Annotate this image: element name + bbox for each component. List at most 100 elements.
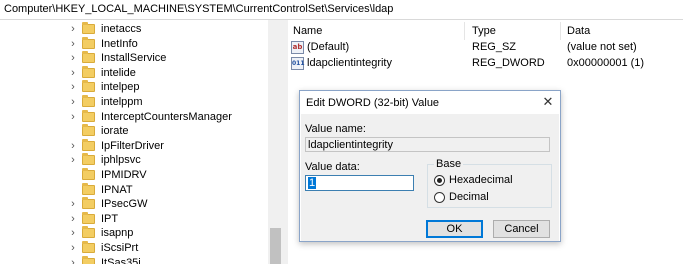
tree-scrollbar[interactable] <box>268 20 283 264</box>
folder-icon <box>82 22 95 34</box>
decimal-label: Decimal <box>449 191 489 203</box>
ok-button[interactable]: OK <box>426 220 483 238</box>
value-type: REG_SZ <box>472 41 517 53</box>
tree-item-label: iorate <box>101 125 129 138</box>
folder-icon <box>82 211 95 224</box>
dword-value-icon: 011 <box>291 57 305 70</box>
decimal-option[interactable]: Decimal <box>434 190 489 204</box>
tree-item-label: IpFilterDriver <box>101 139 164 152</box>
radio-unselected-icon[interactable] <box>434 191 445 203</box>
chevron-right-icon[interactable]: › <box>68 196 78 212</box>
chevron-right-icon[interactable]: › <box>68 225 78 241</box>
registry-tree[interactable]: › inetaccs › InetInfo › InstallService › inteli… <box>0 20 283 264</box>
value-name: ldapclientintegrity <box>307 57 392 69</box>
tree-item[interactable]: ›iorate <box>68 123 268 139</box>
folder-icon <box>82 80 95 93</box>
tree-item-label: IPNAT <box>101 183 133 196</box>
chevron-right-icon[interactable]: › <box>68 94 78 110</box>
tree-item-label: InstallService <box>101 52 167 65</box>
address-path: Computer\HKEY_LOCAL_MACHINE\SYSTEM\Curre… <box>4 3 394 15</box>
folder-icon <box>82 153 95 166</box>
value-type: REG_DWORD <box>472 57 545 69</box>
chevron-right-icon[interactable]: › <box>68 240 78 256</box>
hexadecimal-option[interactable]: Hexadecimal <box>434 173 513 187</box>
tree-item[interactable]: › IpFilterDriver <box>68 138 268 154</box>
tree-item[interactable]: › IPT <box>68 211 268 227</box>
tree-item[interactable]: › inetaccs <box>68 21 268 37</box>
value-name-field: ldapclientintegrity <box>305 137 550 152</box>
tree-item-label: isapnp <box>101 227 134 240</box>
radio-selected-icon[interactable] <box>434 174 445 186</box>
value-row-default[interactable]: ab (Default) REG_SZ (value not set) <box>288 40 683 56</box>
value-name: (Default) <box>307 41 350 53</box>
column-header-data[interactable]: Data <box>567 25 590 37</box>
column-header-name[interactable]: Name <box>293 25 322 37</box>
base-groupbox: Base Hexadecimal Decimal <box>427 158 552 208</box>
folder-icon <box>82 51 95 64</box>
edit-dword-dialog: Edit DWORD (32-bit) Value ✕ Value name: … <box>299 90 561 242</box>
column-divider[interactable] <box>464 22 465 40</box>
tree-item[interactable]: › InterceptCountersManager <box>68 109 268 125</box>
scrollbar-thumb[interactable] <box>270 228 281 264</box>
value-data-input[interactable]: 1 <box>305 175 414 191</box>
tree-item-label: iphlpsvc <box>101 154 141 167</box>
tree-item[interactable]: › InstallService <box>68 50 268 66</box>
tree-item[interactable]: › IPsecGW <box>68 196 268 212</box>
chevron-right-icon[interactable]: › <box>68 36 78 52</box>
tree-item[interactable]: › intelpep <box>68 79 268 95</box>
chevron-right-icon[interactable]: › <box>68 21 78 37</box>
value-data: 0x00000001 (1) <box>567 57 645 69</box>
value-data: (value not set) <box>567 41 637 53</box>
tree-item[interactable]: › isapnp <box>68 225 268 241</box>
tree-item[interactable]: › iScsiPrt <box>68 240 268 256</box>
tree-item-label: IPMIDRV <box>101 169 147 181</box>
cancel-button[interactable]: Cancel <box>493 220 550 238</box>
chevron-right-icon[interactable]: › <box>68 255 78 264</box>
dialog-title: Edit DWORD (32-bit) Value <box>306 97 440 109</box>
folder-icon <box>82 182 95 195</box>
value-name-text: ldapclientintegrity <box>308 139 393 151</box>
hexadecimal-label: Hexadecimal <box>449 174 513 186</box>
tree-item-label: intelppm <box>101 96 143 108</box>
folder-icon <box>82 168 95 180</box>
value-data-text: 1 <box>308 177 317 189</box>
folder-icon <box>82 226 95 239</box>
tree-item-label: InetInfo <box>101 37 138 50</box>
tree-item[interactable]: › InetInfo <box>68 36 268 52</box>
folder-icon <box>82 138 95 151</box>
chevron-right-icon[interactable]: › <box>68 138 78 154</box>
tree-item[interactable]: › ItSas35i <box>68 255 268 264</box>
tree-item-label: InterceptCountersManager <box>101 110 232 123</box>
folder-icon <box>82 124 95 137</box>
chevron-right-icon[interactable]: › <box>68 79 78 95</box>
tree-item[interactable]: › intelppm <box>68 94 268 110</box>
folder-icon <box>82 241 95 253</box>
string-value-icon: ab <box>291 41 304 54</box>
column-header-type[interactable]: Type <box>472 25 496 37</box>
folder-icon <box>82 95 95 107</box>
folder-icon <box>82 255 95 264</box>
tree-item-label: IPT <box>101 212 119 225</box>
folder-icon <box>82 36 95 49</box>
dialog-body: Value name: ldapclientintegrity Value da… <box>301 114 559 241</box>
close-icon[interactable]: ✕ <box>539 93 557 111</box>
chevron-right-icon[interactable]: › <box>68 50 78 66</box>
tree-item-label: intelide <box>101 66 136 79</box>
chevron-right-icon[interactable]: › <box>68 109 78 125</box>
column-divider[interactable] <box>560 22 561 40</box>
value-row-ldapclientintegrity[interactable]: 011 ldapclientintegrity REG_DWORD 0x0000… <box>288 56 683 72</box>
tree-item[interactable]: › iphlpsvc <box>68 152 268 168</box>
tree-item[interactable]: › intelide <box>68 65 268 81</box>
chevron-right-icon[interactable]: › <box>68 65 78 81</box>
base-label: Base <box>434 158 464 170</box>
folder-icon <box>82 197 95 210</box>
tree-item-label: iScsiPrt <box>101 242 139 254</box>
tree-item-label: intelpep <box>101 81 140 94</box>
tree-item-label: ItSas35i <box>101 256 141 264</box>
chevron-right-icon[interactable]: › <box>68 211 78 227</box>
chevron-right-icon[interactable]: › <box>68 152 78 168</box>
address-bar[interactable]: Computer\HKEY_LOCAL_MACHINE\SYSTEM\Curre… <box>0 0 683 20</box>
tree-item[interactable]: ›IPNAT <box>68 182 268 198</box>
tree-item[interactable]: ›IPMIDRV <box>68 167 268 183</box>
value-name-label: Value name: <box>305 123 366 135</box>
